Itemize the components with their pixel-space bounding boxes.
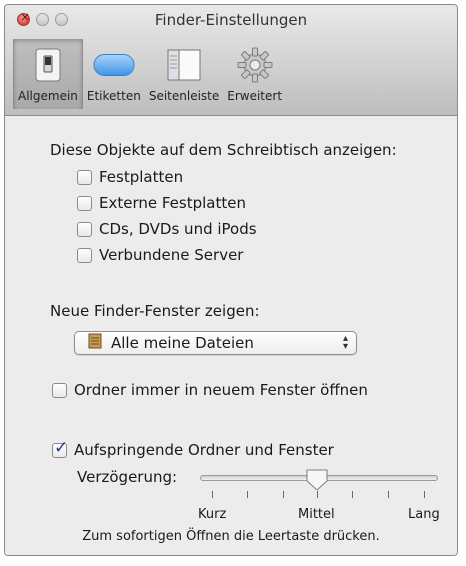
- checkbox[interactable]: [77, 247, 92, 263]
- tab-label: Allgemein: [18, 89, 78, 103]
- slider-label-lang: Lang: [408, 507, 440, 522]
- switch-icon: [27, 47, 69, 83]
- spacebar-hint: Zum sofortigen Öffnen die Leertaste drüc…: [82, 529, 380, 544]
- label-pill-icon: [93, 47, 135, 83]
- checkbox-cds-dvds-ipods[interactable]: CDs, DVDs und iPods: [77, 220, 257, 238]
- finder-preferences-window: Finder-Einstellungen Allgemein: [4, 4, 458, 556]
- checkbox-label: Verbundene Server: [99, 246, 244, 264]
- checkbox-aufspringende-ordner[interactable]: Aufspringende Ordner und Fenster: [52, 438, 334, 459]
- home-folder-icon: [87, 333, 103, 353]
- checkbox-checked[interactable]: [52, 438, 68, 458]
- slider-tick: [317, 491, 318, 498]
- tab-seitenleiste[interactable]: Seitenleiste: [145, 39, 223, 109]
- slider-label-mittel: Mittel: [298, 507, 335, 522]
- slider-tick: [424, 491, 425, 498]
- tab-label: Etiketten: [86, 89, 141, 103]
- checkbox-label: Ordner immer in neuem Fenster öffnen: [74, 381, 368, 399]
- popup-selected-value: Alle meine Dateien: [111, 334, 254, 352]
- checkbox-ordner-neues-fenster[interactable]: Ordner immer in neuem Fenster öffnen: [52, 381, 368, 399]
- slider-tick: [212, 491, 213, 498]
- tab-erweitert[interactable]: Erweitert: [223, 39, 286, 109]
- general-pane: Diese Objekte auf dem Schreibtisch anzei…: [5, 116, 457, 555]
- new-window-heading: Neue Finder-Fenster zeigen:: [50, 302, 260, 320]
- checkbox[interactable]: [77, 221, 92, 237]
- checkbox-label: Festplatten: [99, 168, 184, 186]
- slider-tick: [283, 491, 284, 498]
- slider-tick: [388, 491, 389, 498]
- checkbox-label: Externe Festplatten: [99, 194, 246, 212]
- desktop-items-heading: Diese Objekte auf dem Schreibtisch anzei…: [50, 141, 397, 159]
- checkbox[interactable]: [52, 382, 67, 398]
- new-window-popup[interactable]: Alle meine Dateien ▴ ▾: [74, 331, 357, 355]
- tab-etiketten[interactable]: Etiketten: [83, 39, 145, 109]
- sidebar-icon: [163, 47, 205, 83]
- checkbox-label: Aufspringende Ordner und Fenster: [74, 441, 334, 459]
- tab-allgemein[interactable]: Allgemein: [13, 39, 83, 109]
- titlebar: Finder-Einstellungen Allgemein: [5, 5, 457, 116]
- gear-icon: [234, 47, 276, 83]
- slider-tick: [247, 491, 248, 498]
- checkbox-label: CDs, DVDs und iPods: [99, 220, 257, 238]
- delay-slider-thumb[interactable]: [305, 468, 329, 492]
- checkbox[interactable]: [77, 195, 92, 211]
- updown-arrows-icon: ▴ ▾: [342, 333, 348, 352]
- tab-label: Erweitert: [227, 89, 283, 103]
- checkbox-verbundene-server[interactable]: Verbundene Server: [77, 246, 243, 264]
- checkbox-festplatten[interactable]: Festplatten: [77, 168, 183, 186]
- preferences-toolbar: Allgemein Etiketten Seitenleiste Erweite…: [13, 39, 286, 109]
- window-title: Finder-Einstellungen: [154, 11, 308, 29]
- tab-label: Seitenleiste: [148, 89, 220, 103]
- slider-label-kurz: Kurz: [198, 507, 227, 522]
- slider-tick: [352, 491, 353, 498]
- checkbox[interactable]: [77, 169, 92, 185]
- delay-label: Verzögerung:: [77, 468, 178, 486]
- checkbox-externe-festplatten[interactable]: Externe Festplatten: [77, 194, 246, 212]
